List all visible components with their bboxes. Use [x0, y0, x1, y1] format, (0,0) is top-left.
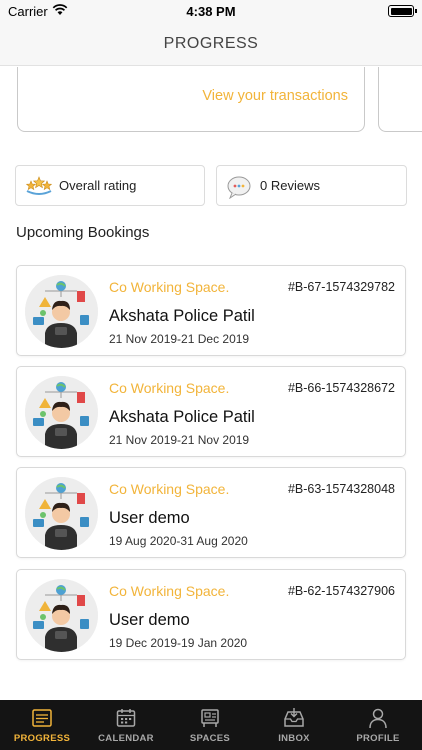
- inbox-icon: [283, 707, 305, 729]
- booking-card[interactable]: Co Working Space. #B-63-1574328048 User …: [16, 467, 406, 558]
- booking-dates: 21 Nov 2019-21 Nov 2019: [109, 433, 250, 447]
- booking-id: #B-62-1574327906: [287, 584, 395, 598]
- booking-avatar: [25, 477, 98, 550]
- booking-customer-name: User demo: [109, 611, 190, 629]
- tab-calendar[interactable]: CALENDAR: [84, 700, 168, 750]
- tab-spaces[interactable]: SPACES: [168, 700, 252, 750]
- booking-avatar: [25, 579, 98, 652]
- reviews-chat-icon: [226, 175, 252, 204]
- tab-bar: PROGRESS CALENDAR SPACES INBOX PROFILE: [0, 700, 422, 750]
- spaces-icon: [199, 707, 221, 729]
- booking-avatar: [25, 376, 98, 449]
- booking-space-name: Co Working Space.: [109, 481, 230, 497]
- booking-card[interactable]: Co Working Space. #B-67-1574329782 Aksha…: [16, 265, 406, 356]
- booking-customer-name: Akshata Police Patil: [109, 307, 255, 325]
- booking-card[interactable]: Co Working Space. #B-62-1574327906 User …: [16, 569, 406, 660]
- booking-id: #B-67-1574329782: [287, 280, 395, 294]
- progress-icon: [31, 707, 53, 729]
- booking-space-name: Co Working Space.: [109, 380, 230, 396]
- status-bar: Carrier 4:38 PM: [0, 0, 422, 22]
- tab-progress-label: PROGRESS: [13, 733, 71, 744]
- progress-content[interactable]: View your transactions Overall rating 0 …: [0, 67, 422, 700]
- upcoming-bookings-heading: Upcoming Bookings: [16, 224, 150, 241]
- overall-rating-card[interactable]: Overall rating: [15, 165, 205, 206]
- transactions-card[interactable]: View your transactions: [17, 67, 365, 132]
- tab-profile[interactable]: PROFILE: [336, 700, 420, 750]
- reviews-count-label: 0 Reviews: [260, 178, 320, 193]
- overall-rating-label: Overall rating: [59, 178, 137, 193]
- calendar-icon: [115, 707, 137, 729]
- tab-calendar-label: CALENDAR: [98, 733, 154, 744]
- booking-id: #B-63-1574328048: [287, 482, 395, 496]
- tab-inbox-label: INBOX: [278, 733, 310, 744]
- next-summary-card[interactable]: [378, 67, 422, 132]
- reviews-card[interactable]: 0 Reviews: [216, 165, 407, 206]
- booking-avatar: [25, 275, 98, 348]
- tab-inbox[interactable]: INBOX: [252, 700, 336, 750]
- rating-stars-icon: [25, 175, 53, 202]
- booking-dates: 21 Nov 2019-21 Dec 2019: [109, 332, 250, 346]
- booking-customer-name: User demo: [109, 509, 190, 527]
- tab-spaces-label: SPACES: [189, 733, 231, 744]
- battery-icon: [388, 5, 417, 17]
- booking-space-name: Co Working Space.: [109, 279, 230, 295]
- booking-customer-name: Akshata Police Patil: [109, 408, 255, 426]
- navigation-bar: PROGRESS: [0, 22, 422, 66]
- booking-dates: 19 Aug 2020-31 Aug 2020: [109, 534, 248, 548]
- booking-id: #B-66-1574328672: [287, 381, 395, 395]
- booking-dates: 19 Dec 2019-19 Jan 2020: [109, 636, 248, 650]
- page-title: PROGRESS: [163, 35, 259, 52]
- tab-profile-label: PROFILE: [356, 733, 400, 744]
- clock: 4:38 PM: [186, 4, 236, 19]
- booking-card[interactable]: Co Working Space. #B-66-1574328672 Aksha…: [16, 366, 406, 457]
- profile-icon: [367, 707, 389, 729]
- booking-space-name: Co Working Space.: [109, 583, 230, 599]
- view-transactions-link[interactable]: View your transactions: [202, 88, 348, 104]
- tab-progress[interactable]: PROGRESS: [0, 700, 84, 750]
